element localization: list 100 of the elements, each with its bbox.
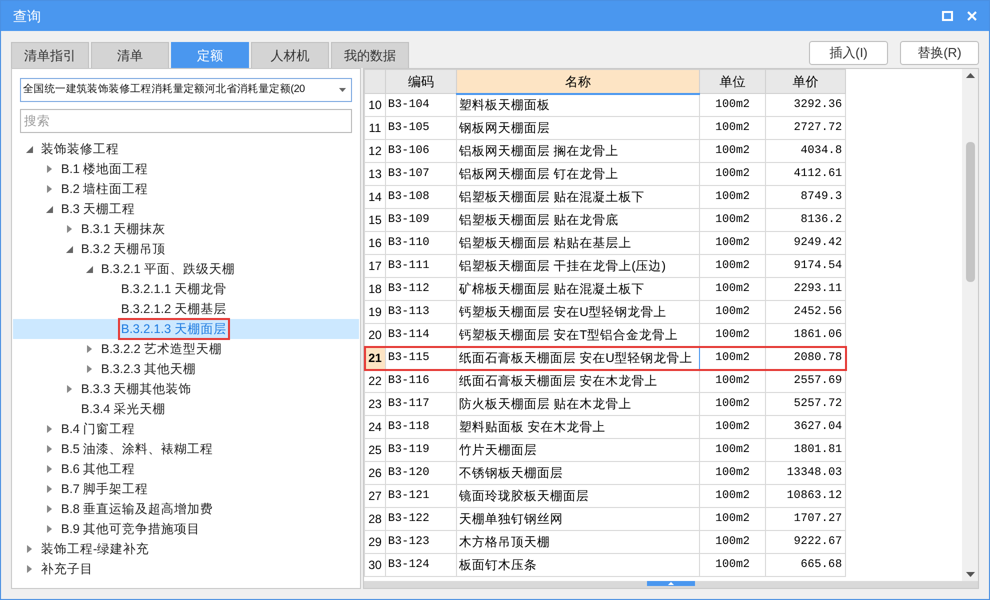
- table-cell: 100m2: [700, 116, 766, 140]
- collapsed-triangle-icon[interactable]: [46, 185, 52, 193]
- tree-item[interactable]: 装饰工程-绿建补充: [39, 539, 152, 559]
- tree-item[interactable]: B.3.2 天棚吊顶: [79, 239, 168, 259]
- expanded-triangle-icon[interactable]: [86, 266, 92, 272]
- table-cell: 100m2: [700, 140, 766, 162]
- tree-item[interactable]: B.3.1 天棚抹灰: [79, 219, 168, 239]
- table-cell: B3-118: [386, 416, 456, 438]
- collapsed-triangle-icon[interactable]: [46, 525, 52, 533]
- tree-item[interactable]: B.3.2.1.2 天棚基层: [119, 299, 229, 319]
- table-cell: 100m2: [700, 300, 766, 324]
- table-row[interactable]: 15 B3-109 铝塑板天棚面层 贴在龙骨底 100m2 8136.2: [364, 208, 846, 232]
- collapsed-triangle-icon[interactable]: [26, 545, 32, 553]
- table-row[interactable]: 29 B3-123 木方格吊顶天棚 100m2 9222.67: [364, 530, 846, 554]
- table-row[interactable]: 21 B3-115 纸面石膏板天棚面层 安在U型轻钢龙骨上 100m2 2080.78: [364, 346, 846, 370]
- close-icon[interactable]: [967, 11, 977, 21]
- table-row[interactable]: 17 B3-111 铝塑板天棚面层 干挂在龙骨上(压边) 100m2 9174.54: [364, 254, 846, 278]
- tree-item[interactable]: B.1 楼地面工程: [59, 159, 150, 179]
- table-row[interactable]: 26 B3-120 不锈钢板天棚面层 100m2 13348.03: [364, 462, 846, 484]
- table-row[interactable]: 19 B3-113 钙塑板天棚面层 安在U型轻钢龙骨上 100m2 2452.56: [364, 300, 846, 324]
- table-cell: B3-121: [386, 484, 456, 508]
- collapsed-triangle-icon[interactable]: [46, 165, 52, 173]
- table-row[interactable]: 24 B3-118 塑料贴面板 安在木龙骨上 100m2 3627.04: [364, 416, 846, 438]
- collapsed-triangle-icon[interactable]: [46, 445, 52, 453]
- tree-item[interactable]: B.6 其他工程: [59, 459, 138, 479]
- table-row[interactable]: 28 B3-122 天棚单独钉钢丝网 100m2 1707.27: [364, 508, 846, 530]
- table-row[interactable]: 10 B3-104 塑料板天棚面板 100m2 3292.36: [364, 94, 846, 116]
- table-row[interactable]: 27 B3-121 镜面玲珑胶板天棚面层 100m2 10863.12: [364, 484, 846, 508]
- tree-item[interactable]: B.3.4 采光天棚: [79, 399, 168, 419]
- tab[interactable]: 清单: [91, 42, 169, 68]
- tree-item[interactable]: B.3.3 天棚其他装饰: [79, 379, 194, 399]
- tree-item[interactable]: B.8 垂直运输及超高增加费: [59, 499, 216, 519]
- tree-item[interactable]: B.3.2.1 平面、跌级天棚: [99, 259, 238, 279]
- collapsed-triangle-icon[interactable]: [86, 345, 92, 353]
- scroll-thumb[interactable]: [966, 142, 974, 282]
- search-field[interactable]: 搜索: [20, 109, 352, 133]
- tab[interactable]: 我的数据: [331, 42, 409, 68]
- collapsed-triangle-icon[interactable]: [46, 425, 52, 433]
- collapsed-triangle-icon[interactable]: [46, 485, 52, 493]
- collapsed-triangle-icon[interactable]: [66, 385, 72, 393]
- table-cell: 100m2: [700, 162, 766, 186]
- tab[interactable]: 清单指引: [11, 42, 89, 68]
- action-button[interactable]: 替换(R): [900, 41, 979, 65]
- table-row[interactable]: 18 B3-112 矿棉板天棚面层 贴在混凝土板下 100m2 2293.11: [364, 278, 846, 300]
- table-cell: 不锈钢板天棚面层: [456, 462, 700, 484]
- table-cell: 4034.8: [766, 140, 846, 162]
- column-header[interactable]: 名称: [456, 70, 700, 94]
- table-row[interactable]: 14 B3-108 铝塑板天棚面层 贴在混凝土板下 100m2 8749.3: [364, 186, 846, 208]
- scroll-up-icon[interactable]: [966, 73, 974, 78]
- collapsed-triangle-icon[interactable]: [86, 365, 92, 373]
- table-cell: 铝塑板天棚面层 粘贴在基层上: [456, 232, 700, 254]
- tree-item[interactable]: B.3 天棚工程: [59, 199, 138, 219]
- dropdown-arrow-icon: [339, 88, 346, 92]
- tree-item[interactable]: B.3.2.3 其他天棚: [99, 359, 198, 379]
- tree-item[interactable]: B.3.2.2 艺术造型天棚: [99, 339, 224, 359]
- library-dropdown[interactable]: 全国统一建筑装饰装修工程消耗量定额河北省消耗量定额(20: [20, 78, 352, 102]
- table-cell: B3-122: [386, 508, 456, 530]
- table-row[interactable]: 13 B3-107 铝板网天棚面层 钉在龙骨上 100m2 4112.61: [364, 162, 846, 186]
- tree-item[interactable]: 补充子目: [39, 559, 95, 579]
- expanded-triangle-icon[interactable]: [66, 246, 72, 252]
- table-cell: 铝板网天棚面层 搁在龙骨上: [456, 140, 700, 162]
- column-header[interactable]: 单位: [700, 70, 766, 94]
- scrollbar[interactable]: [962, 69, 978, 581]
- table-cell: 100m2: [700, 94, 766, 116]
- column-header[interactable]: 单价: [766, 70, 846, 94]
- column-header[interactable]: 编码: [386, 70, 456, 94]
- table-row[interactable]: 11 B3-105 钢板网天棚面层 100m2 2727.72: [364, 116, 846, 140]
- maximize-icon[interactable]: [942, 11, 953, 21]
- expanded-triangle-icon[interactable]: [46, 206, 52, 212]
- table-row[interactable]: 30 B3-124 板面钉木压条 100m2 665.68: [364, 554, 846, 576]
- collapsed-triangle-icon[interactable]: [26, 565, 32, 573]
- tree-item[interactable]: B.3.2.1.1 天棚龙骨: [119, 279, 229, 299]
- table-cell: 塑料板天棚面板: [456, 94, 700, 116]
- collapsed-triangle-icon[interactable]: [46, 465, 52, 473]
- scroll-down-icon[interactable]: [966, 572, 974, 577]
- tree-item[interactable]: B.2 墙柱面工程: [59, 179, 150, 199]
- table-cell: 100m2: [700, 186, 766, 208]
- table-cell: 天棚单独钉钢丝网: [456, 508, 700, 530]
- row-number: 24: [364, 416, 386, 438]
- table-cell: 9174.54: [766, 254, 846, 278]
- collapsed-triangle-icon[interactable]: [46, 505, 52, 513]
- table-row[interactable]: 20 B3-114 钙塑板天棚面层 安在T型铝合金龙骨上 100m2 1861.06: [364, 324, 846, 346]
- table-cell: 铝板网天棚面层 钉在龙骨上: [456, 162, 700, 186]
- tree-item[interactable]: B.7 脚手架工程: [59, 479, 150, 499]
- splitter-handle[interactable]: [647, 581, 695, 586]
- table-row[interactable]: 23 B3-117 防火板天棚面层 贴在木龙骨上 100m2 5257.72: [364, 392, 846, 416]
- table-cell: 纸面石膏板天棚面层 安在U型轻钢龙骨上: [456, 346, 700, 370]
- table-row[interactable]: 16 B3-110 铝塑板天棚面层 粘贴在基层上 100m2 9249.42: [364, 232, 846, 254]
- tab[interactable]: 人材机: [251, 42, 329, 68]
- row-number: 12: [364, 140, 386, 162]
- tree-item[interactable]: B.5 油漆、涂料、裱糊工程: [59, 439, 216, 459]
- table-row[interactable]: 12 B3-106 铝板网天棚面层 搁在龙骨上 100m2 4034.8: [364, 140, 846, 162]
- tree-item[interactable]: 装饰装修工程: [39, 139, 121, 159]
- table-row[interactable]: 22 B3-116 纸面石膏板天棚面层 安在木龙骨上 100m2 2557.69: [364, 370, 846, 392]
- collapsed-triangle-icon[interactable]: [66, 225, 72, 233]
- expanded-triangle-icon[interactable]: [26, 146, 32, 152]
- action-button[interactable]: 插入(I): [809, 41, 888, 65]
- tree-item[interactable]: B.4 门窗工程: [59, 419, 138, 439]
- table-row[interactable]: 25 B3-119 竹片天棚面层 100m2 1801.81: [364, 438, 846, 462]
- tree-item[interactable]: B.9 其他可竞争措施项目: [59, 519, 202, 539]
